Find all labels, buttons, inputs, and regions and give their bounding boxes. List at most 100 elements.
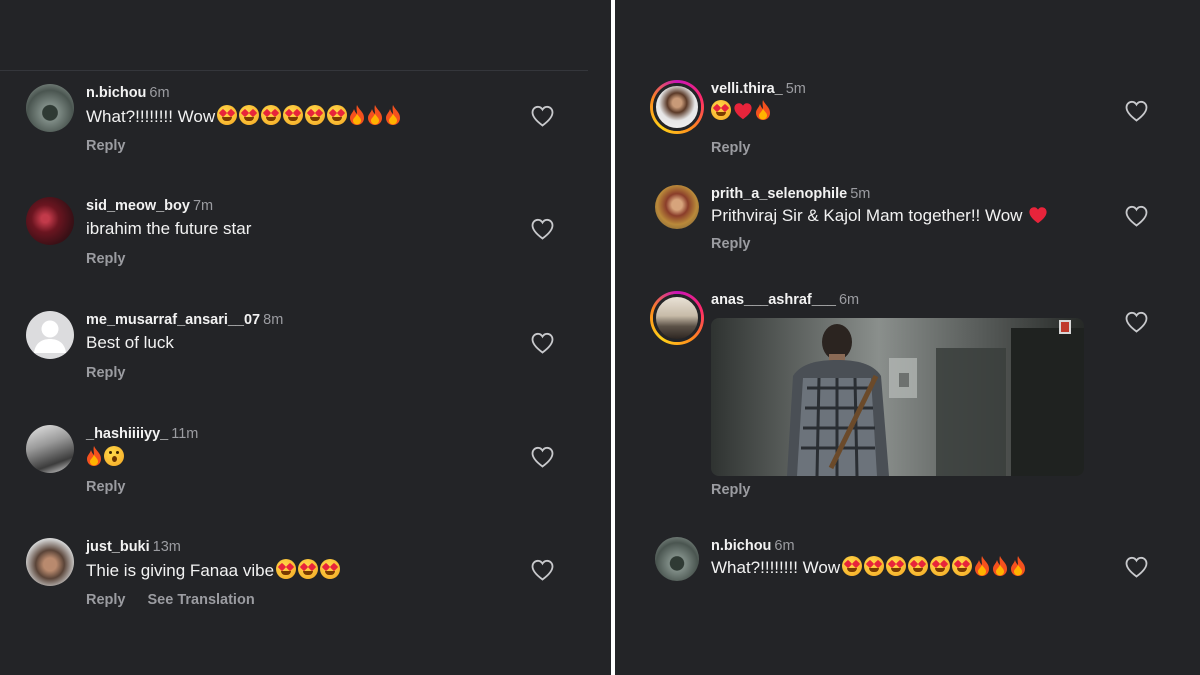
- comment-item: _hashiiiiyy_ 11m Reply: [26, 425, 586, 505]
- comment-actions: Reply: [711, 236, 751, 252]
- timestamp: 5m: [785, 81, 806, 97]
- comment-text: Prithviraj Sir & Kajol Mam together!! Wo…: [711, 205, 1048, 227]
- heart-outline-icon[interactable]: [530, 559, 555, 581]
- username[interactable]: anas___ashraf___: [711, 292, 836, 308]
- username[interactable]: velli.thira_: [711, 81, 783, 97]
- comment-actions: Reply See Translation: [86, 592, 255, 608]
- comment-item: velli.thira_ 5m Reply: [650, 80, 1190, 160]
- default-avatar-icon: [34, 320, 66, 353]
- avatar[interactable]: [26, 311, 74, 359]
- comment-text: Best of luck: [86, 333, 174, 352]
- heart-outline-icon[interactable]: [530, 105, 555, 127]
- comment-text: [86, 446, 124, 469]
- avatar[interactable]: [26, 197, 74, 245]
- fire-emoji: [385, 105, 401, 125]
- gif-attachment[interactable]: [711, 318, 1084, 476]
- heart-outline-icon[interactable]: [530, 218, 555, 240]
- comment-meta: anas___ashraf___ 6m: [711, 291, 859, 309]
- heart-eyes-emoji: [864, 556, 885, 576]
- comparison-stage: n.bichou 6m What?!!!!!!!! Wow Reply sid_m…: [0, 0, 1200, 675]
- comment-actions: Reply: [86, 479, 126, 495]
- reply-button[interactable]: Reply: [86, 365, 126, 381]
- username[interactable]: me_musarraf_ansari__07: [86, 312, 260, 328]
- timestamp: 13m: [152, 539, 181, 555]
- left-comments-panel[interactable]: n.bichou 6m What?!!!!!!!! Wow Reply sid_m…: [0, 0, 611, 675]
- reply-button[interactable]: Reply: [711, 140, 751, 156]
- fire-emoji: [367, 105, 383, 125]
- heart-outline-icon[interactable]: [1124, 100, 1149, 122]
- story-ring[interactable]: [650, 80, 704, 134]
- username[interactable]: n.bichou: [86, 85, 146, 101]
- heart-eyes-emoji: [930, 556, 951, 576]
- divider: [0, 70, 588, 71]
- right-comments-panel[interactable]: velli.thira_ 5m Reply prith_a_selenophile…: [615, 0, 1200, 675]
- heart-eyes-emoji: [711, 100, 731, 120]
- heart-outline-icon[interactable]: [530, 332, 555, 354]
- username[interactable]: n.bichou: [711, 538, 771, 554]
- heart-eyes-emoji: [239, 105, 260, 125]
- username[interactable]: _hashiiiiyy_: [86, 426, 168, 442]
- username[interactable]: just_buki: [86, 539, 150, 555]
- reply-button[interactable]: Reply: [711, 482, 751, 498]
- red-heart-emoji: [733, 102, 753, 120]
- timestamp: 8m: [263, 312, 284, 328]
- heart-eyes-emoji: [908, 556, 929, 576]
- comment-text: What?!!!!!!!! Wow: [86, 105, 401, 128]
- avatar[interactable]: [655, 537, 699, 581]
- comment-meta: n.bichou 6m: [711, 537, 795, 555]
- heart-eyes-emoji: [298, 559, 319, 579]
- timestamp: 6m: [149, 85, 170, 101]
- comment-actions: Reply: [711, 140, 751, 156]
- see-translation-button[interactable]: See Translation: [148, 592, 255, 608]
- heart-eyes-emoji: [952, 556, 973, 576]
- comment-actions: Reply: [711, 482, 751, 498]
- avatar[interactable]: [26, 538, 74, 586]
- story-ring[interactable]: [650, 291, 704, 345]
- timestamp: 6m: [774, 538, 795, 554]
- comment-meta: just_buki 13m: [86, 538, 181, 556]
- gif-image: [711, 318, 1084, 476]
- reply-button[interactable]: Reply: [86, 138, 126, 154]
- astonished-face-emoji: [104, 446, 124, 466]
- avatar[interactable]: [26, 84, 74, 132]
- red-heart-emoji: [1028, 206, 1048, 224]
- comment-meta: n.bichou 6m: [86, 84, 170, 102]
- reply-button[interactable]: Reply: [711, 236, 751, 252]
- fire-emoji: [86, 446, 102, 466]
- avatar[interactable]: [655, 185, 699, 229]
- comment-text: What?!!!!!!!! Wow: [711, 556, 1026, 579]
- username[interactable]: sid_meow_boy: [86, 198, 190, 214]
- timestamp: 5m: [850, 186, 871, 202]
- comment-meta: sid_meow_boy 7m: [86, 197, 213, 215]
- heart-eyes-emoji: [217, 105, 238, 125]
- comment-text: Thie is giving Fanaa vibe: [86, 559, 341, 582]
- comment-actions: Reply: [86, 138, 126, 154]
- reply-button[interactable]: Reply: [86, 592, 126, 608]
- comment-actions: Reply: [86, 251, 126, 267]
- avatar: [653, 294, 701, 342]
- heart-outline-icon[interactable]: [530, 446, 555, 468]
- avatar[interactable]: [26, 425, 74, 473]
- username[interactable]: prith_a_selenophile: [711, 186, 847, 202]
- fire-emoji: [755, 100, 771, 120]
- heart-eyes-emoji: [842, 556, 863, 576]
- fire-emoji: [349, 105, 365, 125]
- comment-item: n.bichou 6m What?!!!!!!!! Wow Reply: [26, 84, 586, 164]
- heart-eyes-emoji: [886, 556, 907, 576]
- heart-eyes-emoji: [261, 105, 282, 125]
- heart-outline-icon[interactable]: [1124, 205, 1149, 227]
- comment-item: prith_a_selenophile 5m Prithviraj Sir & K…: [655, 185, 1190, 265]
- timestamp: 11m: [171, 426, 199, 442]
- fire-emoji: [974, 556, 990, 576]
- comment-meta: prith_a_selenophile 5m: [711, 185, 870, 203]
- reply-button[interactable]: Reply: [86, 479, 126, 495]
- heart-eyes-emoji: [327, 105, 348, 125]
- comment-text: ibrahim the future star: [86, 219, 252, 238]
- reply-button[interactable]: Reply: [86, 251, 126, 267]
- comment-text: [711, 100, 771, 123]
- heart-eyes-emoji: [283, 105, 304, 125]
- avatar: [653, 83, 701, 131]
- heart-outline-icon[interactable]: [1124, 556, 1149, 578]
- heart-outline-icon[interactable]: [1124, 311, 1149, 333]
- comment-item: me_musarraf_ansari__07 8m Best of luck Re…: [26, 311, 586, 391]
